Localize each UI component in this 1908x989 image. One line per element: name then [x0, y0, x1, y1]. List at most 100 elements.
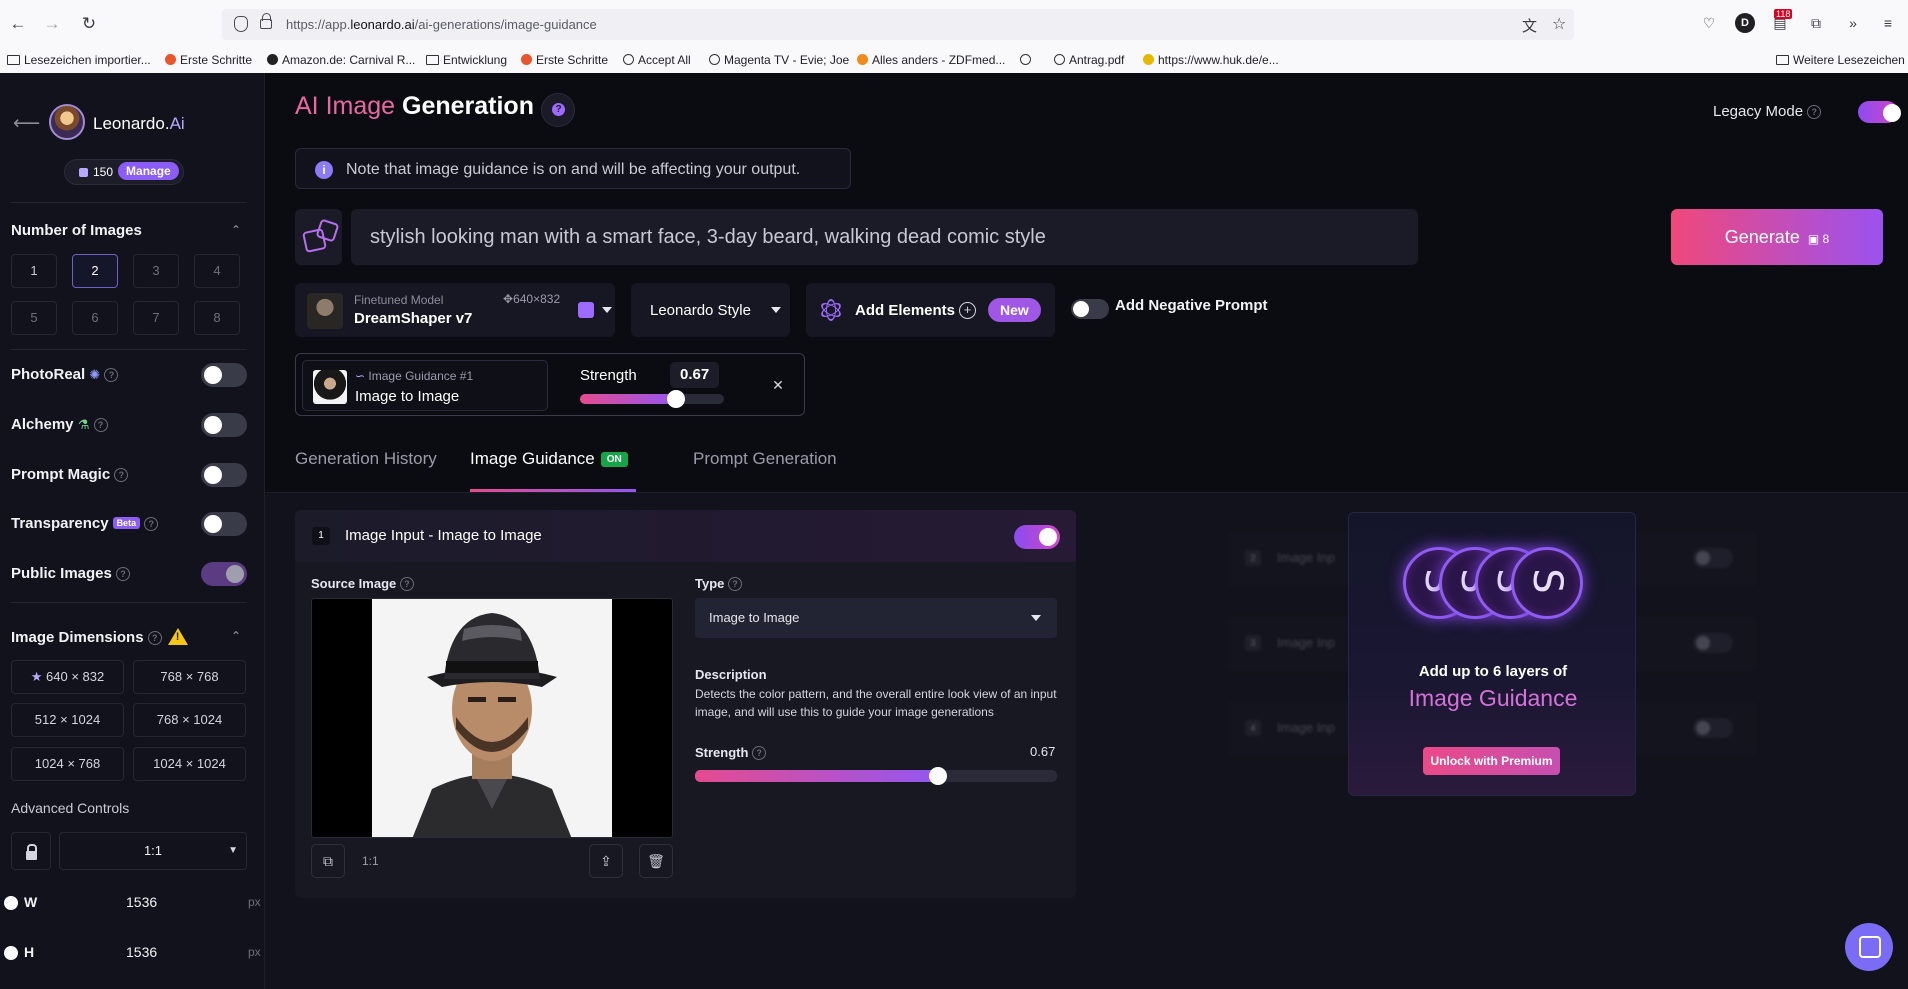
dimension-option[interactable]: 1024 × 768: [11, 747, 124, 781]
collapse-sidebar-icon[interactable]: ⟵: [13, 112, 40, 135]
bookmark-item[interactable]: [1020, 53, 1035, 67]
menu-icon[interactable]: ≡: [1878, 13, 1898, 33]
num-images-option[interactable]: 1: [11, 254, 57, 288]
unlock-premium-button[interactable]: Unlock with Premium: [1423, 747, 1560, 775]
image-guidance-chip[interactable]: ∽ Image Guidance #1 Image to Image: [302, 360, 548, 411]
help-icon[interactable]: ?: [147, 631, 162, 645]
photoreal-toggle[interactable]: [201, 363, 247, 387]
num-images-option[interactable]: 7: [133, 301, 179, 335]
url-bar[interactable]: https://app.leonardo.ai/ai-generations/i…: [222, 9, 1574, 40]
bookmark-item[interactable]: https://www.huk.de/e...: [1143, 53, 1279, 67]
num-images-option[interactable]: 8: [194, 301, 240, 335]
width-input[interactable]: 1536: [126, 894, 157, 910]
translate-icon[interactable]: 文: [1522, 15, 1537, 36]
help-icon[interactable]: ?: [728, 577, 743, 591]
width-slider-knob[interactable]: [4, 896, 18, 910]
upload-icon[interactable]: ⇪: [589, 844, 623, 878]
chevron-up-icon[interactable]: ⌃: [231, 629, 241, 643]
close-icon[interactable]: ✕: [766, 373, 790, 397]
profile-avatar[interactable]: D: [1735, 13, 1755, 33]
dimension-option[interactable]: 512 × 1024: [11, 703, 124, 737]
advanced-controls-label[interactable]: Advanced Controls: [11, 800, 129, 816]
dimension-option[interactable]: 768 × 768: [133, 660, 246, 694]
alchemy-toggle[interactable]: [201, 413, 247, 437]
num-images-option[interactable]: 4: [194, 254, 240, 288]
bookmark-item[interactable]: Lesezeichen importier...: [7, 53, 151, 67]
aspect-ratio-select[interactable]: 1:1 ▼: [59, 832, 247, 870]
num-images-option[interactable]: 6: [72, 301, 118, 335]
strength-slider[interactable]: [580, 390, 724, 408]
chevron-up-icon[interactable]: ⌃: [231, 223, 241, 237]
model-select[interactable]: Finetuned Model ✥640×832 DreamShaper v7: [295, 283, 615, 337]
lock-icon[interactable]: [260, 13, 272, 29]
generate-button[interactable]: Generate ▣ 8: [1671, 209, 1883, 265]
bookmark-item[interactable]: Accept All: [623, 53, 691, 67]
crop-icon[interactable]: ⧉: [311, 844, 345, 878]
overflow-chevron-icon[interactable]: »: [1843, 13, 1863, 33]
height-slider-knob[interactable]: [4, 946, 18, 960]
bookmark-item[interactable]: Antrag.pdf: [1054, 53, 1124, 67]
random-prompt-dice-icon[interactable]: [295, 209, 342, 265]
slider-knob[interactable]: [928, 767, 947, 785]
aspect-lock-button[interactable]: [11, 832, 51, 870]
manage-button[interactable]: Manage: [118, 162, 179, 180]
extensions-puzzle-icon[interactable]: ⧉: [1806, 13, 1826, 33]
transparency-toggle[interactable]: [201, 512, 247, 536]
help-icon[interactable]: ?: [93, 418, 108, 432]
trash-icon[interactable]: 🗑: [639, 844, 673, 878]
brand-logo[interactable]: [49, 104, 85, 140]
help-icon[interactable]: ?: [399, 577, 414, 591]
card-strength-slider[interactable]: [695, 767, 1057, 785]
help-icon[interactable]: ?: [116, 567, 131, 581]
prompt-magic-toggle[interactable]: [201, 463, 247, 487]
public-images-toggle[interactable]: [201, 562, 247, 586]
reload-icon[interactable]: ↻: [78, 13, 100, 35]
dimension-option[interactable]: 1024 × 1024: [133, 747, 246, 781]
help-icon[interactable]: ?: [752, 746, 767, 760]
prompt-input[interactable]: stylish looking man with a smart face, 3…: [351, 209, 1418, 265]
card-strength-label: Strength ?: [695, 745, 767, 760]
chat-support-icon[interactable]: [1845, 923, 1893, 971]
num-images-option[interactable]: 3: [133, 254, 179, 288]
model-card-icon[interactable]: [578, 302, 594, 318]
dimension-option[interactable]: 768 × 1024: [133, 703, 246, 737]
height-input[interactable]: 1536: [126, 944, 157, 960]
num-images-option-selected[interactable]: 2: [72, 254, 118, 288]
source-image[interactable]: [311, 598, 673, 838]
negative-prompt-toggle[interactable]: [1071, 299, 1109, 319]
image-input-card: 1 Image Input - Image to Image Source Im…: [295, 510, 1076, 898]
new-badge: New: [988, 298, 1041, 322]
bookmark-item[interactable]: Amazon.de: Carnival R...: [267, 53, 415, 67]
type-select[interactable]: Image to Image: [695, 598, 1057, 638]
help-icon[interactable]: ?: [104, 368, 119, 382]
url-text[interactable]: https://app.leonardo.ai/ai-generations/i…: [286, 17, 597, 32]
tab-generation-history[interactable]: Generation History: [295, 449, 437, 469]
bookmark-star-icon[interactable]: ☆: [1552, 14, 1566, 34]
help-icon[interactable]: [541, 93, 575, 127]
bookmark-item[interactable]: Alles anders - ZDFmed...: [857, 53, 1005, 67]
other-bookmarks[interactable]: Weitere Lesezeichen: [1776, 53, 1905, 67]
tab-image-guidance[interactable]: Image Guidance ON: [470, 449, 628, 469]
bookmark-item[interactable]: Erste Schritte: [521, 53, 608, 67]
slider-knob[interactable]: [667, 390, 686, 408]
height-row: H 1536 px: [0, 941, 265, 965]
bookmark-item[interactable]: Entwicklung: [426, 53, 507, 67]
add-elements-button[interactable]: Add Elements + New: [806, 283, 1055, 337]
tab-prompt-generation[interactable]: Prompt Generation: [693, 449, 837, 469]
strength-value[interactable]: 0.67: [670, 362, 720, 388]
bookmark-item[interactable]: Erste Schritte: [165, 53, 252, 67]
num-images-option[interactable]: 5: [11, 301, 57, 335]
image-input-toggle[interactable]: [1014, 525, 1060, 549]
brand-name[interactable]: Leonardo.Ai: [93, 114, 185, 134]
bookmark-item[interactable]: Magenta TV - Evie; Joe: [709, 53, 849, 67]
legacy-mode-toggle[interactable]: [1858, 101, 1901, 123]
dimension-option[interactable]: ★ 640 × 832: [11, 660, 124, 694]
tracking-shield-icon[interactable]: [234, 16, 248, 32]
back-icon[interactable]: ←: [7, 13, 29, 35]
help-icon[interactable]: ?: [114, 468, 129, 482]
pocket-icon[interactable]: ♡: [1699, 13, 1719, 33]
help-icon[interactable]: ?: [1807, 105, 1822, 119]
forward-icon[interactable]: →: [41, 13, 63, 35]
style-select[interactable]: Leonardo Style: [631, 283, 790, 337]
help-icon[interactable]: ?: [144, 517, 159, 531]
